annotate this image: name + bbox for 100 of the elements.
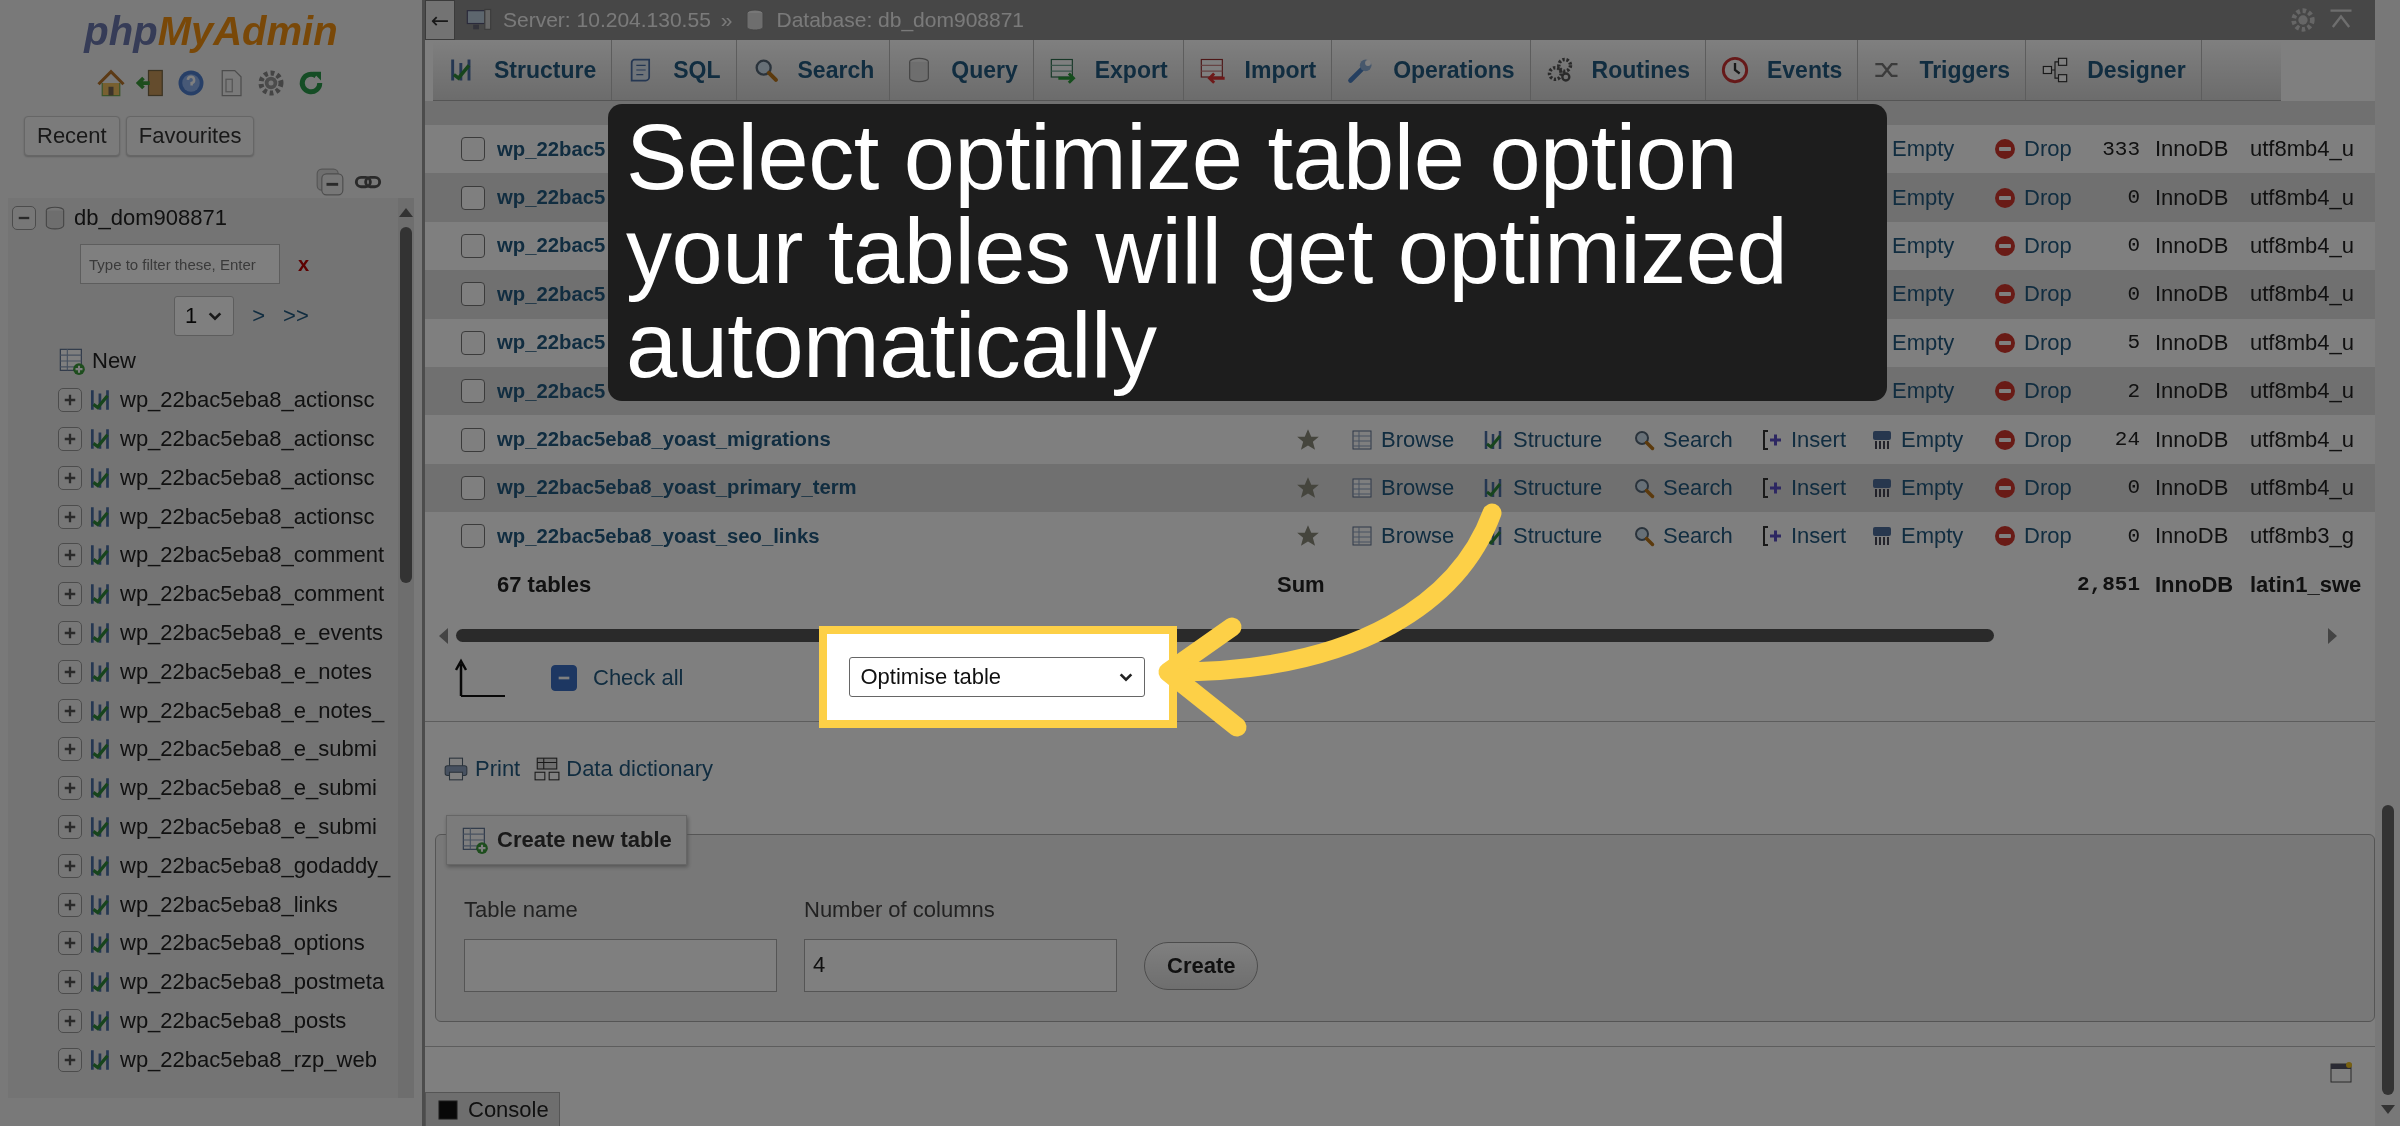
tab[interactable]: Structure — [433, 40, 613, 100]
tree-item[interactable]: wp_22bac5eba8_e_notes_ — [120, 697, 385, 724]
tree-item[interactable]: wp_22bac5eba8_actionsc — [120, 503, 375, 530]
empty-link[interactable]: Empty — [1870, 523, 1964, 550]
expand-button[interactable] — [58, 853, 82, 878]
search-link[interactable]: Search — [1632, 523, 1733, 550]
create-button[interactable]: Create — [1144, 941, 1259, 990]
tree-item[interactable]: wp_22bac5eba8_godaddy_ — [120, 852, 391, 879]
expand-button[interactable] — [58, 582, 82, 607]
page-select[interactable]: 1 — [174, 296, 235, 336]
table-name-link[interactable]: wp_22bac5 — [497, 137, 606, 161]
tree-item[interactable]: wp_22bac5eba8_e_submi — [120, 813, 377, 840]
help-icon[interactable] — [176, 68, 206, 98]
database-name[interactable]: db_dom908871 — [74, 205, 227, 231]
expand-button[interactable] — [58, 659, 82, 684]
drop-link[interactable]: Drop — [1993, 426, 2072, 453]
page-link[interactable]: > — [252, 303, 266, 329]
tab[interactable]: Import — [1183, 40, 1333, 100]
tab[interactable]: Events — [1705, 40, 1859, 100]
tree-item[interactable]: wp_22bac5eba8_e_submi — [120, 736, 377, 763]
search-link[interactable]: Search — [1632, 474, 1733, 501]
print-link[interactable]: Print — [443, 755, 521, 782]
drop-link[interactable]: Drop — [1993, 329, 2072, 356]
input-field[interactable] — [464, 938, 777, 992]
tab[interactable]: Query — [890, 40, 1034, 100]
browse-link[interactable]: Browse — [1350, 474, 1455, 501]
tab[interactable]: Routines — [1530, 40, 1706, 100]
sidebar-tab-button[interactable]: Favourites — [125, 116, 255, 156]
data-dictionary-link[interactable]: Data dictionary — [534, 755, 713, 782]
empty-link[interactable]: Empty — [1892, 281, 1955, 308]
structure-link[interactable]: Structure — [1482, 474, 1603, 501]
empty-link[interactable]: Empty — [1892, 232, 1955, 259]
home-icon[interactable] — [96, 68, 126, 98]
checkbox[interactable] — [461, 282, 485, 307]
checkbox[interactable] — [461, 379, 485, 404]
filter-field[interactable]: Type to filter these, Enter — [80, 244, 280, 284]
check-all-link[interactable]: Check all — [593, 664, 684, 691]
table-name-link[interactable]: wp_22bac5eba8_yoast_migrations — [497, 428, 831, 452]
empty-link[interactable]: Empty — [1892, 329, 1955, 356]
structure-link[interactable]: Structure — [1482, 523, 1603, 550]
tree-item[interactable]: wp_22bac5eba8_posts — [120, 1007, 347, 1034]
settings-icon[interactable] — [2289, 6, 2317, 34]
expand-button[interactable] — [58, 931, 82, 956]
tab[interactable]: Search — [736, 40, 891, 100]
empty-link[interactable]: Empty — [1892, 184, 1955, 211]
tab[interactable]: Operations — [1332, 40, 1531, 100]
drop-link[interactable]: Drop — [1993, 523, 2072, 550]
expand-button[interactable] — [58, 620, 82, 645]
expand-button[interactable] — [58, 465, 82, 490]
sidebar-tab-button[interactable]: Recent — [24, 116, 120, 156]
input-field[interactable]: 4 — [804, 938, 1117, 992]
table-name-link[interactable]: wp_22bac5 — [497, 379, 606, 403]
expand-button[interactable] — [58, 1008, 82, 1033]
expand-button[interactable] — [58, 737, 82, 762]
browse-link[interactable]: Browse — [1350, 426, 1455, 453]
expand-button[interactable] — [58, 543, 82, 568]
tree-item[interactable]: wp_22bac5eba8_e_events — [120, 619, 383, 646]
table-name-link[interactable]: wp_22bac5 — [497, 331, 606, 355]
collapse-button[interactable] — [12, 206, 36, 230]
expand-button[interactable] — [58, 970, 82, 995]
back-button[interactable]: ← — [425, 0, 455, 40]
empty-link[interactable]: Empty — [1870, 426, 1964, 453]
expand-button[interactable] — [58, 814, 82, 839]
tree-item[interactable]: wp_22bac5eba8_comment — [120, 581, 385, 608]
tab[interactable]: Export — [1033, 40, 1184, 100]
tree-item[interactable]: wp_22bac5eba8_e_submi — [120, 775, 377, 802]
empty-link[interactable]: Empty — [1892, 136, 1955, 163]
tree-item[interactable]: wp_22bac5eba8_comment — [120, 542, 385, 569]
settings-icon[interactable] — [256, 68, 286, 98]
checkbox[interactable] — [461, 185, 485, 210]
page-link[interactable]: >> — [283, 303, 309, 329]
expand-button[interactable] — [58, 892, 82, 917]
drop-link[interactable]: Drop — [1993, 281, 2072, 308]
logo[interactable]: phpMyAdmin — [0, 0, 422, 56]
table-name-link[interactable]: wp_22bac5 — [497, 186, 606, 210]
scrollbar[interactable] — [398, 198, 414, 1098]
tree-item[interactable]: wp_22bac5eba8_rzp_web — [120, 1046, 377, 1073]
expand-button[interactable] — [58, 504, 82, 529]
drop-link[interactable]: Drop — [1993, 184, 2072, 211]
collapse-all-icon[interactable] — [316, 168, 344, 196]
insert-link[interactable]: Insert — [1760, 523, 1847, 550]
empty-link[interactable]: Empty — [1870, 474, 1964, 501]
table-name-link[interactable]: wp_22bac5eba8_yoast_seo_links — [497, 524, 820, 548]
checkbox[interactable] — [461, 330, 485, 355]
drop-link[interactable]: Drop — [1993, 136, 2072, 163]
checkbox[interactable] — [461, 475, 485, 500]
table-name-link[interactable]: wp_22bac5 — [497, 234, 606, 258]
expand-button[interactable] — [58, 1047, 82, 1072]
expand-button[interactable] — [58, 427, 82, 451]
drop-link[interactable]: Drop — [1993, 232, 2072, 259]
exit-door-icon[interactable] — [136, 68, 166, 98]
insert-link[interactable]: Insert — [1760, 426, 1847, 453]
drop-link[interactable]: Drop — [1993, 378, 2072, 405]
tree-item[interactable]: wp_22bac5eba8_e_notes — [120, 658, 372, 685]
tree-item[interactable]: wp_22bac5eba8_postmeta — [120, 969, 385, 996]
tab[interactable]: Triggers — [1858, 40, 2027, 100]
expand-button[interactable] — [58, 776, 82, 801]
console-tab[interactable]: Console — [425, 1091, 560, 1126]
checkbox[interactable] — [461, 524, 485, 549]
empty-link[interactable]: Empty — [1892, 378, 1955, 405]
